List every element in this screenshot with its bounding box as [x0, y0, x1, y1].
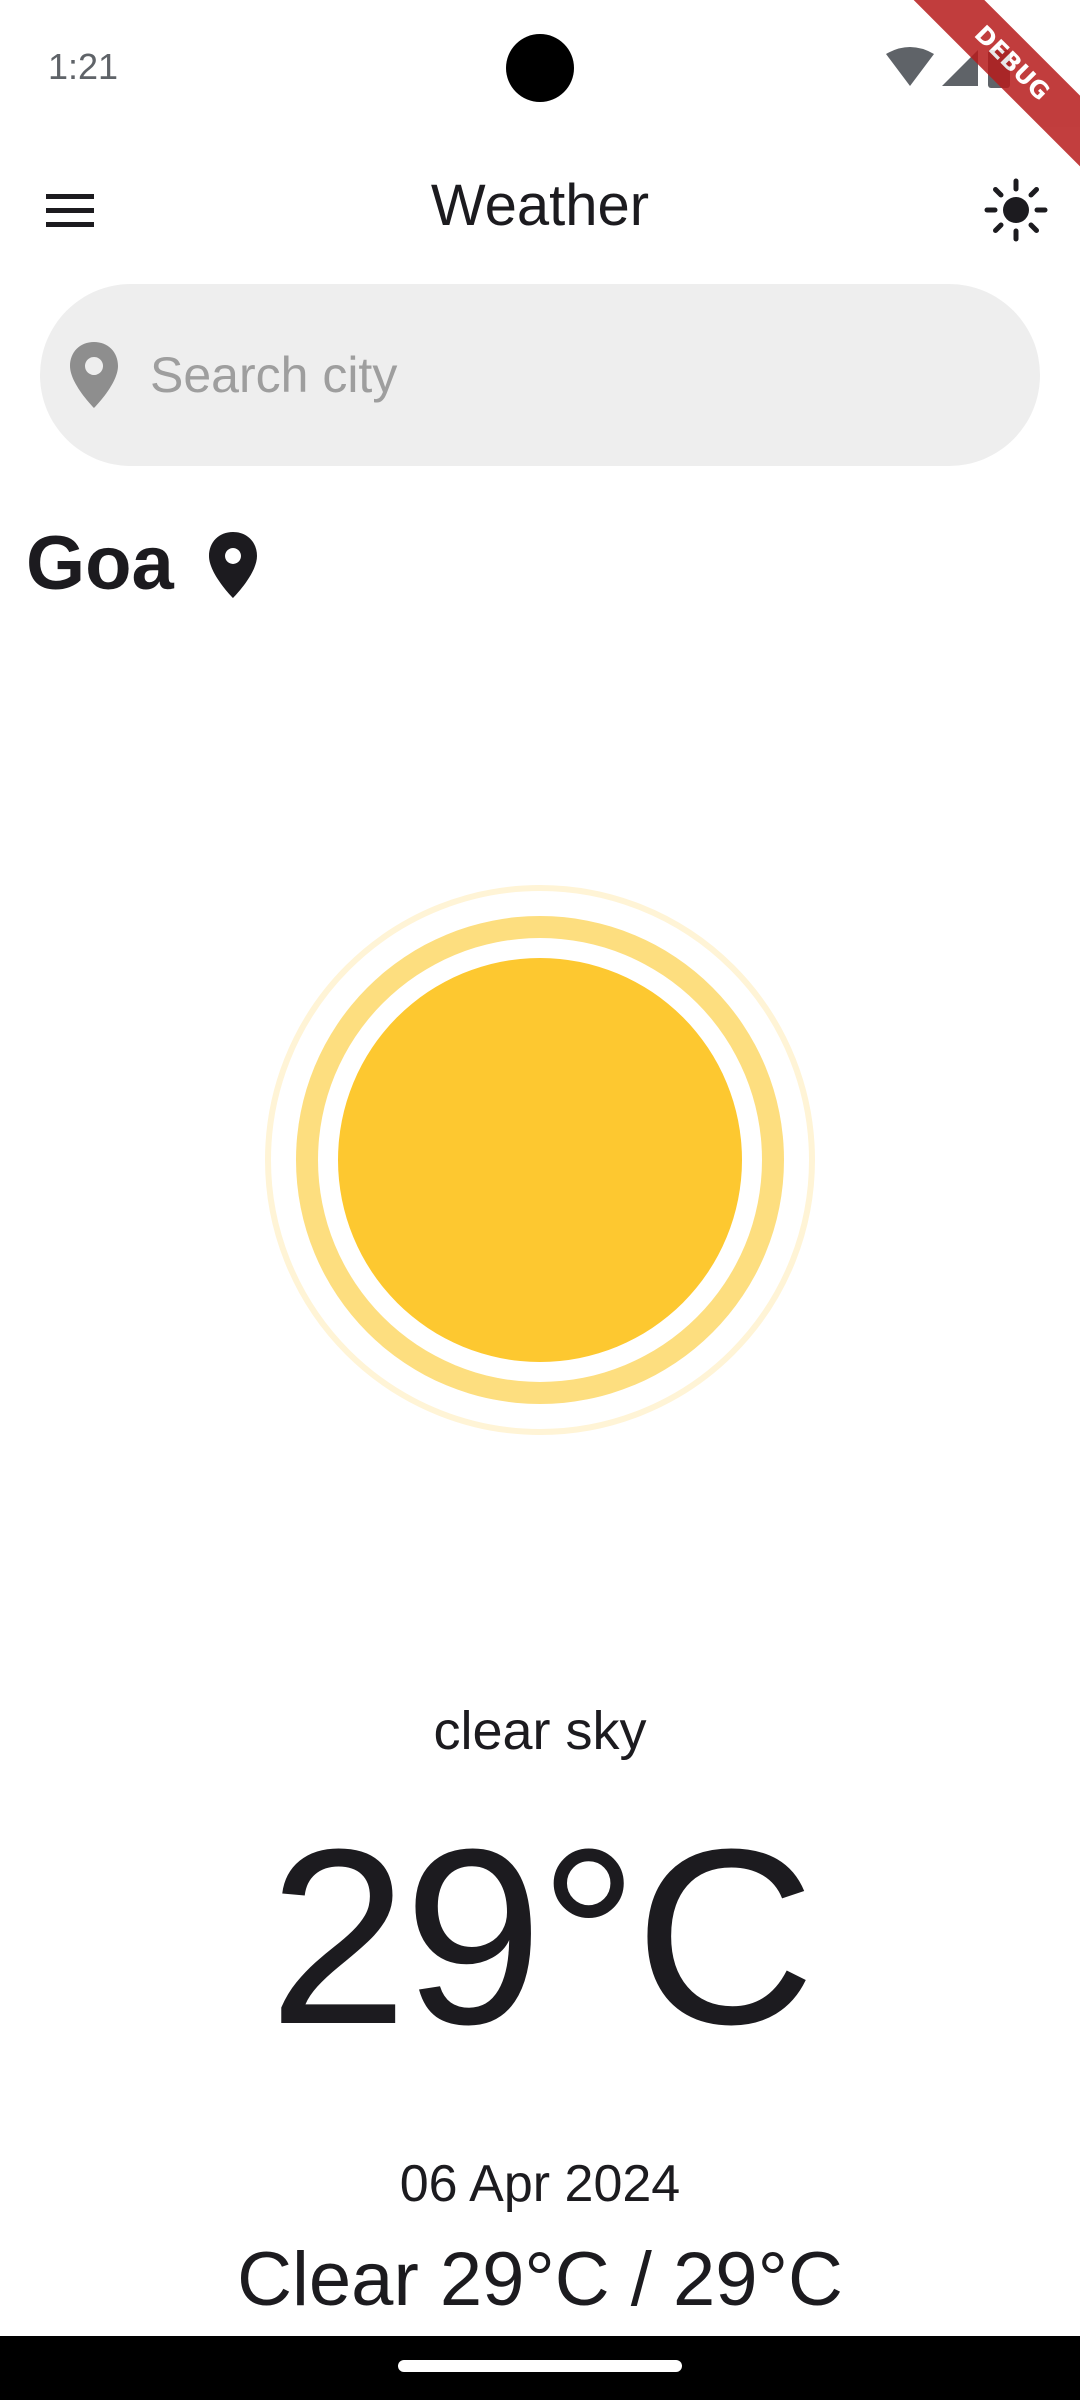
app-title: Weather — [430, 173, 650, 238]
weather-screen: 1:21 DEBUG Weather Search city Goa clear… — [0, 0, 1080, 2400]
search-bar[interactable] — [40, 284, 1040, 466]
location-pin-icon — [209, 532, 257, 598]
weather-summary: Clear 29°C / 29°C — [237, 2237, 843, 2322]
sun-icon — [265, 885, 815, 1435]
home-indicator[interactable] — [398, 2360, 682, 2372]
app-bar: Weather — [0, 150, 1080, 270]
current-temperature: 29°C — [268, 1797, 816, 2076]
camera-cutout — [506, 34, 574, 102]
system-nav-bar — [0, 2336, 1080, 2400]
wifi-icon — [886, 47, 934, 86]
search-input[interactable] — [150, 330, 1010, 420]
city-name: Goa — [26, 521, 174, 606]
sun-icon[interactable] — [984, 178, 1048, 242]
status-bar: 1:21 DEBUG — [0, 0, 1080, 173]
location-pin-icon — [70, 342, 118, 408]
status-time: 1:21 — [48, 46, 119, 87]
weather-condition: clear sky — [433, 1701, 647, 1761]
sun-core — [338, 958, 742, 1362]
weather-date: 06 Apr 2024 — [399, 2155, 681, 2213]
